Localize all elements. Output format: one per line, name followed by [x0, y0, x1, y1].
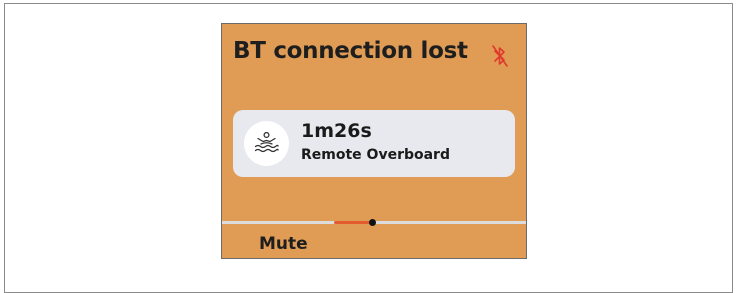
person-overboard-icon: [254, 132, 279, 153]
dialog-title: BT connection lost: [233, 38, 468, 64]
pager-handle[interactable]: [369, 219, 376, 226]
mute-button[interactable]: Mute: [259, 234, 308, 254]
alert-icon-badge: [244, 121, 289, 166]
pager-active-indicator: [334, 221, 372, 224]
alert-label: Remote Overboard: [301, 147, 450, 163]
alert-elapsed-time: 1m26s: [301, 120, 372, 142]
alert-card[interactable]: 1m26s Remote Overboard: [233, 110, 515, 177]
alert-dialog: BT connection lost 1m26s Remote Overboar…: [221, 23, 527, 259]
bluetooth-disabled-icon: [492, 45, 508, 67]
